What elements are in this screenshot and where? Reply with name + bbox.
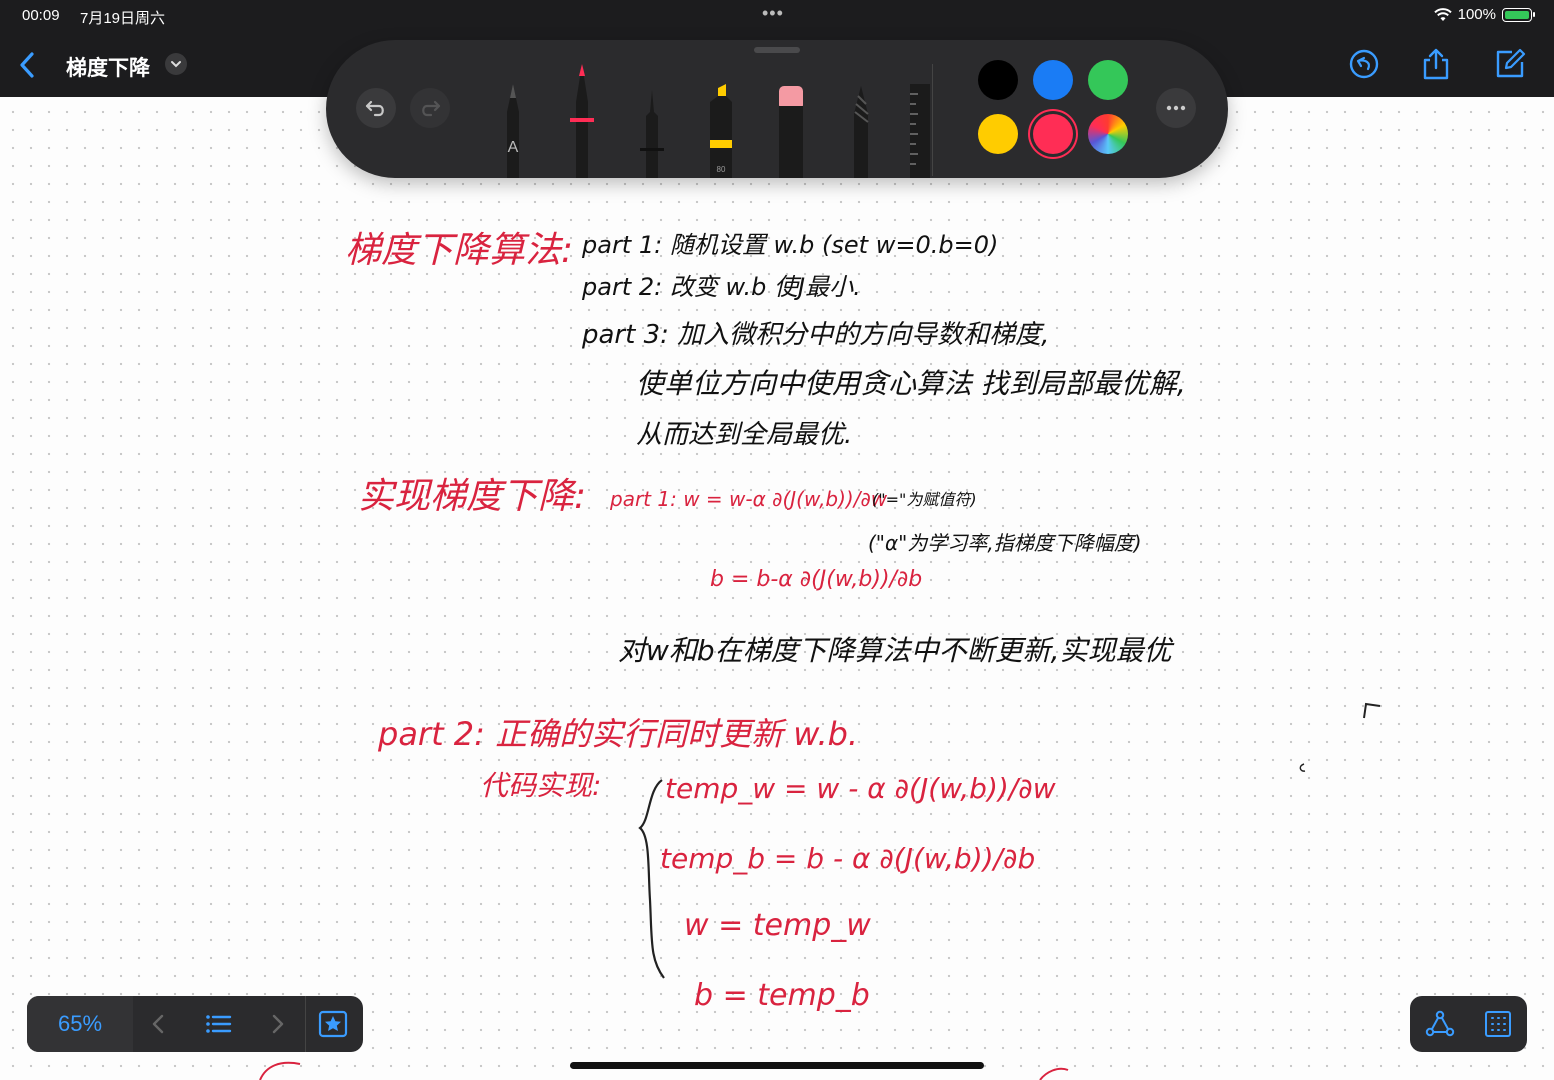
- color-swatch-black[interactable]: [978, 60, 1018, 100]
- pencil-a-tool-icon[interactable]: A: [498, 82, 528, 178]
- color-swatch-blue[interactable]: [1033, 60, 1073, 100]
- bar-divider: [305, 996, 306, 1052]
- undo-button[interactable]: [356, 88, 396, 128]
- next-page-icon[interactable]: [259, 1006, 295, 1042]
- drawing-toolbar: A 80: [326, 40, 1228, 178]
- undo-history-icon[interactable]: [1346, 46, 1382, 82]
- color-picker-icon[interactable]: [1088, 114, 1128, 154]
- ellipsis-icon: [1166, 105, 1186, 111]
- bookmark-star-icon[interactable]: [315, 1006, 351, 1042]
- fineliner-tool-icon[interactable]: [638, 88, 666, 178]
- status-time: 00:09: [22, 7, 60, 24]
- status-date: 7月19日周六: [80, 10, 166, 27]
- zoom-level[interactable]: 65%: [27, 996, 133, 1052]
- page-list-icon[interactable]: [200, 1006, 236, 1042]
- eraser-tool-icon[interactable]: [776, 86, 806, 178]
- color-swatch-yellow[interactable]: [978, 114, 1018, 154]
- lasso-tool-icon[interactable]: [846, 84, 876, 178]
- page-navigation-bar: 65%: [27, 996, 363, 1052]
- title-menu-button[interactable]: [165, 53, 187, 75]
- multitasking-dots-icon[interactable]: •••: [762, 3, 784, 24]
- wifi-icon: [1433, 7, 1452, 21]
- previous-page-icon[interactable]: [141, 1006, 177, 1042]
- toolbar-divider: [932, 64, 933, 176]
- redo-icon: [422, 100, 441, 117]
- new-note-icon[interactable]: [1492, 46, 1528, 82]
- more-options-button[interactable]: [1156, 88, 1196, 128]
- canvas-tools-bar: [1410, 996, 1527, 1052]
- color-swatch-red[interactable]: [1033, 114, 1073, 154]
- status-right: 100%: [1433, 6, 1535, 23]
- back-chevron-icon[interactable]: [14, 48, 40, 82]
- undo-icon: [365, 100, 384, 117]
- grid-paper-icon[interactable]: [1480, 1006, 1516, 1042]
- chevron-down-icon: [171, 61, 181, 68]
- note-canvas[interactable]: [0, 97, 1554, 1080]
- pencil-a-letter: A: [508, 139, 519, 156]
- pen-tool-icon[interactable]: [566, 62, 598, 178]
- redo-button[interactable]: [410, 88, 450, 128]
- share-icon[interactable]: [1418, 46, 1454, 82]
- color-swatch-green[interactable]: [1088, 60, 1128, 100]
- home-indicator[interactable]: [570, 1062, 984, 1069]
- shape-tool-icon[interactable]: [1422, 1006, 1458, 1042]
- battery-percent: 100%: [1457, 6, 1496, 23]
- document-title[interactable]: 梯度下降: [66, 52, 150, 82]
- marker-number: 80: [717, 165, 726, 174]
- toolbar-grabber[interactable]: [754, 47, 800, 53]
- marker-tool-icon[interactable]: 80: [706, 84, 736, 178]
- ruler-tool-icon[interactable]: [906, 84, 934, 178]
- battery-icon: [1502, 7, 1535, 22]
